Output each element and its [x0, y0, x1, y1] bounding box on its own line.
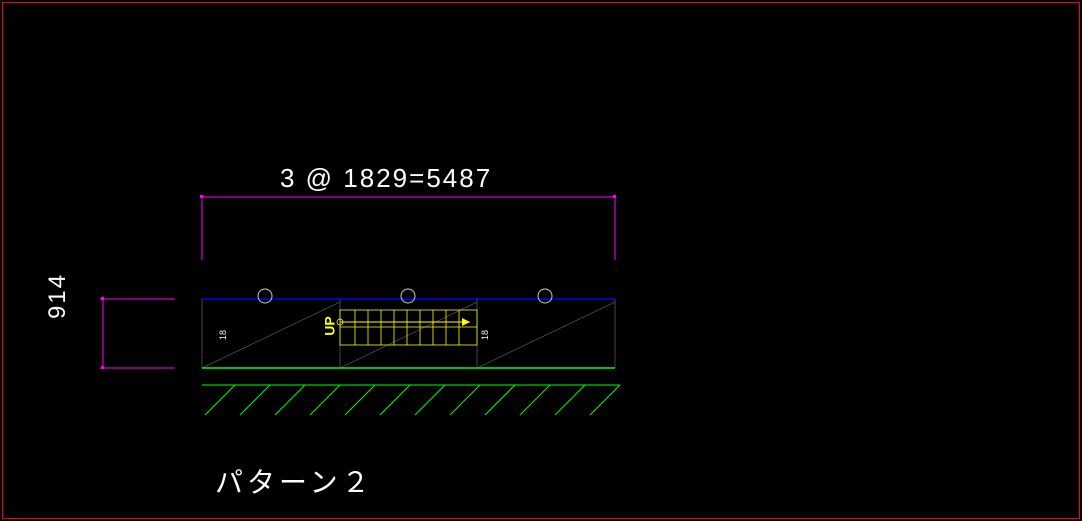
up-label: UP — [322, 316, 338, 335]
marker-lb — [101, 366, 104, 369]
circle-3 — [538, 289, 552, 303]
diag2 — [340, 302, 477, 368]
marker-lt — [101, 297, 104, 300]
circle-2 — [401, 289, 415, 303]
diag3 — [477, 302, 615, 368]
small-label-left: 18 — [218, 330, 228, 340]
circle-1 — [258, 289, 272, 303]
dimension-top-text: 3 @ 1829=5487 — [280, 163, 492, 194]
marker-tl — [200, 195, 203, 198]
pattern-title: パターン２ — [215, 461, 374, 501]
stair — [337, 310, 477, 345]
dimension-left-text: 914 — [44, 273, 72, 319]
marker-tr — [613, 195, 616, 198]
cad-drawing — [0, 0, 1082, 521]
ground-hatch — [205, 385, 620, 415]
small-label-right: 18 — [480, 330, 490, 340]
